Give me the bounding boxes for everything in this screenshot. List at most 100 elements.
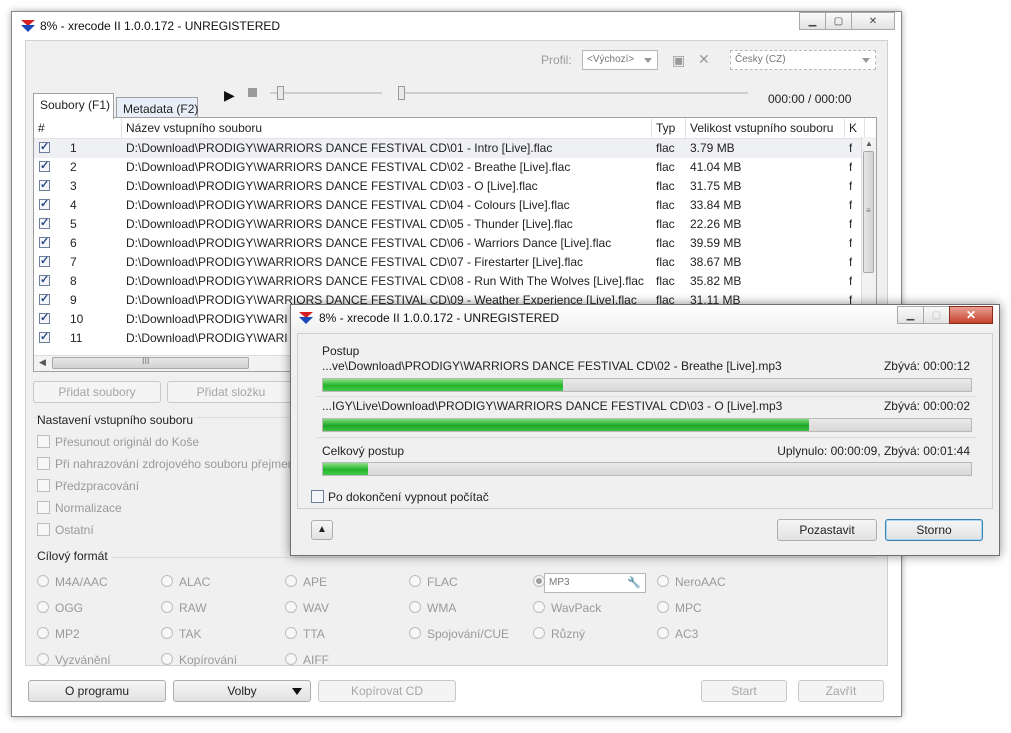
horizontal-scrollbar-thumb[interactable]: III bbox=[52, 356, 249, 369]
about-button[interactable]: O programu bbox=[28, 680, 166, 702]
format-radio[interactable]: ALAC bbox=[161, 575, 210, 589]
format-radio[interactable]: WavPack bbox=[533, 601, 601, 615]
radio-circle[interactable] bbox=[161, 653, 173, 665]
row-checkbox[interactable] bbox=[39, 330, 50, 343]
stop-icon[interactable] bbox=[248, 88, 257, 97]
radio-circle[interactable] bbox=[37, 627, 49, 639]
format-radio[interactable]: NeroAAC bbox=[657, 575, 726, 589]
format-radio[interactable]: WMA bbox=[409, 601, 456, 615]
format-radio[interactable]: TTA bbox=[285, 627, 325, 641]
profile-select[interactable]: <Výchozí> bbox=[582, 50, 658, 70]
pause-button[interactable]: Pozastavit bbox=[777, 519, 877, 541]
format-radio[interactable]: AC3 bbox=[657, 627, 698, 641]
format-radio[interactable]: Různý bbox=[533, 627, 585, 641]
table-row[interactable]: 7 D:\Download\PRODIGY\WARRIORS DANCE FEST… bbox=[34, 253, 864, 272]
minimize-button[interactable]: ▁ bbox=[799, 12, 826, 30]
table-row[interactable]: 3 D:\Download\PRODIGY\WARRIORS DANCE FEST… bbox=[34, 177, 864, 196]
table-row[interactable]: 8 D:\Download\PRODIGY\WARRIORS DANCE FEST… bbox=[34, 272, 864, 291]
format-radio[interactable]: M4A/AAC bbox=[37, 575, 108, 589]
format-radio[interactable]: TAK bbox=[161, 627, 201, 641]
options-button[interactable]: Volby bbox=[173, 680, 311, 702]
radio-circle[interactable] bbox=[409, 575, 421, 587]
dialog-minimize-button[interactable]: ▁ bbox=[897, 306, 924, 324]
close-button[interactable]: Zavřít bbox=[798, 680, 884, 702]
language-select[interactable]: Česky (CZ) bbox=[730, 50, 876, 70]
radio-circle[interactable] bbox=[657, 601, 669, 613]
table-row[interactable]: 1 D:\Download\PRODIGY\WARRIORS DANCE FEST… bbox=[34, 139, 864, 158]
input-option-checkbox[interactable]: Normalizace bbox=[37, 501, 122, 515]
row-checkbox[interactable] bbox=[39, 311, 50, 324]
column-header-number[interactable]: # bbox=[34, 118, 122, 138]
radio-circle[interactable] bbox=[285, 601, 297, 613]
input-option-checkbox[interactable]: Předzpracování bbox=[37, 479, 139, 493]
radio-circle[interactable] bbox=[533, 601, 545, 613]
row-checkbox[interactable] bbox=[39, 254, 50, 267]
format-radio[interactable]: AIFF bbox=[285, 653, 329, 667]
format-radio[interactable]: APE bbox=[285, 575, 327, 589]
radio-circle[interactable] bbox=[161, 575, 173, 587]
main-titlebar[interactable]: 8% - xrecode II 1.0.0.172 - UNREGISTERED… bbox=[12, 12, 901, 40]
format-radio[interactable]: Kopírování bbox=[161, 653, 237, 667]
checkbox-box[interactable] bbox=[37, 523, 50, 536]
checkbox-box[interactable] bbox=[37, 435, 50, 448]
checkbox-box[interactable] bbox=[37, 501, 50, 514]
seek-slider[interactable] bbox=[398, 92, 748, 94]
table-row[interactable]: 2 D:\Download\PRODIGY\WARRIORS DANCE FEST… bbox=[34, 158, 864, 177]
radio-circle[interactable] bbox=[285, 575, 297, 587]
input-option-checkbox[interactable]: Přesunout originál do Koše bbox=[37, 435, 199, 449]
volume-slider[interactable] bbox=[270, 92, 382, 94]
format-radio[interactable]: Spojování/CUE bbox=[409, 627, 509, 641]
maximize-button[interactable]: ▢ bbox=[825, 12, 852, 30]
tab-files[interactable]: Soubory (F1) bbox=[33, 93, 114, 119]
dialog-maximize-button[interactable]: ▢ bbox=[923, 306, 950, 324]
radio-circle[interactable] bbox=[657, 627, 669, 639]
scroll-left-icon[interactable]: ◀ bbox=[39, 357, 46, 368]
row-checkbox[interactable] bbox=[39, 159, 50, 172]
row-checkbox[interactable] bbox=[39, 216, 50, 229]
mp3-settings-field[interactable]: MP3 🔧 bbox=[544, 573, 646, 593]
table-row[interactable]: 4 D:\Download\PRODIGY\WARRIORS DANCE FEST… bbox=[34, 196, 864, 215]
column-header-type[interactable]: Typ bbox=[652, 118, 686, 138]
radio-circle[interactable] bbox=[285, 653, 297, 665]
input-option-checkbox[interactable]: Při nahrazování zdrojového souboru přejm… bbox=[37, 457, 294, 471]
shutdown-checkbox[interactable]: Po dokončení vypnout počítač bbox=[311, 490, 489, 504]
rip-cd-button[interactable]: Kopírovat CD bbox=[318, 680, 456, 702]
row-checkbox[interactable] bbox=[39, 235, 50, 248]
start-button[interactable]: Start bbox=[701, 680, 787, 702]
dialog-close-button[interactable]: ✕ bbox=[949, 306, 993, 324]
column-header-name[interactable]: Název vstupního souboru bbox=[122, 118, 652, 138]
play-icon[interactable]: ▶ bbox=[224, 87, 235, 104]
volume-slider-handle[interactable] bbox=[277, 86, 284, 100]
dialog-titlebar[interactable]: 8% - xrecode II 1.0.0.172 - UNREGISTERED… bbox=[291, 305, 999, 331]
radio-circle[interactable] bbox=[161, 601, 173, 613]
radio-circle[interactable] bbox=[285, 627, 297, 639]
cancel-button[interactable]: Storno bbox=[885, 519, 983, 541]
delete-profile-icon[interactable]: ✕ bbox=[698, 51, 710, 68]
radio-circle[interactable] bbox=[533, 627, 545, 639]
format-radio[interactable]: MPC bbox=[657, 601, 702, 615]
shutdown-checkbox-box[interactable] bbox=[311, 490, 324, 503]
format-radio[interactable]: RAW bbox=[161, 601, 207, 615]
radio-circle[interactable] bbox=[409, 627, 421, 639]
format-radio[interactable]: Vyzvánění bbox=[37, 653, 111, 667]
close-window-button[interactable]: ✕ bbox=[851, 12, 895, 30]
radio-circle[interactable] bbox=[409, 601, 421, 613]
column-header-size[interactable]: Velikost vstupního souboru bbox=[686, 118, 845, 138]
row-checkbox[interactable] bbox=[39, 292, 50, 305]
format-radio[interactable]: MP2 bbox=[37, 627, 80, 641]
row-checkbox[interactable] bbox=[39, 197, 50, 210]
vertical-scrollbar-thumb[interactable]: ≡ bbox=[863, 151, 874, 273]
format-radio[interactable]: FLAC bbox=[409, 575, 458, 589]
radio-circle[interactable] bbox=[37, 575, 49, 587]
row-checkbox[interactable] bbox=[39, 140, 50, 153]
scroll-up-icon[interactable]: ▲ bbox=[865, 139, 873, 148]
collapse-details-button[interactable]: ▲ bbox=[311, 520, 333, 540]
seek-slider-handle[interactable] bbox=[398, 86, 405, 100]
radio-circle[interactable] bbox=[161, 627, 173, 639]
wrench-icon[interactable]: 🔧 bbox=[627, 576, 641, 589]
checkbox-box[interactable] bbox=[37, 457, 50, 470]
checkbox-box[interactable] bbox=[37, 479, 50, 492]
save-icon[interactable]: ▣ bbox=[672, 52, 685, 69]
format-radio[interactable]: WAV bbox=[285, 601, 329, 615]
column-header-k[interactable]: K bbox=[845, 118, 865, 138]
